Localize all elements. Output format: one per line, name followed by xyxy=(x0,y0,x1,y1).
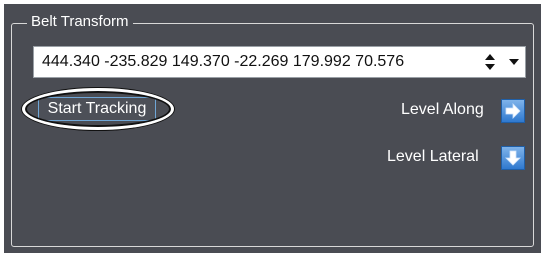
arrow-right-icon xyxy=(505,103,521,119)
dropdown-arrow-glyph xyxy=(509,59,519,65)
level-along-button[interactable] xyxy=(501,99,525,123)
spin-up-icon[interactable] xyxy=(485,54,495,60)
spin-updown-icon[interactable] xyxy=(479,47,501,77)
chevron-down-icon[interactable] xyxy=(501,47,525,77)
transform-value[interactable]: 444.340 -235.829 149.370 -22.269 179.992… xyxy=(34,53,479,71)
level-along-label: Level Along xyxy=(401,101,484,118)
level-lateral-label: Level Lateral xyxy=(387,148,479,165)
groupbox-title: Belt Transform xyxy=(27,12,133,32)
transform-combobox[interactable]: 444.340 -235.829 149.370 -22.269 179.992… xyxy=(33,46,526,78)
belt-transform-panel: Belt Transform 444.340 -235.829 149.370 … xyxy=(4,4,541,253)
spin-down-icon[interactable] xyxy=(485,64,495,70)
level-lateral-button[interactable] xyxy=(501,146,525,170)
start-tracking-button[interactable]: Start Tracking xyxy=(38,97,156,121)
arrow-down-icon xyxy=(505,150,521,166)
